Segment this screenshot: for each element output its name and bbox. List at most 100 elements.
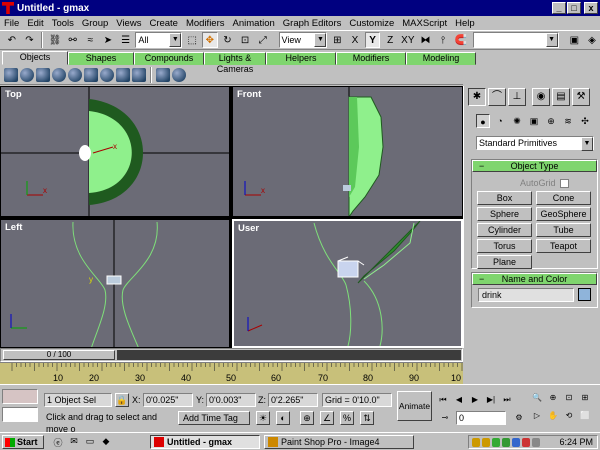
tab-modeling[interactable]: Modeling [406,52,476,65]
geometry-icon[interactable]: ● [476,114,490,128]
teapot-icon[interactable] [68,67,82,82]
selection-filter-dropdown[interactable]: All ▼ [135,32,183,48]
spacewarps-icon[interactable]: ≋ [561,114,575,128]
mirror-icon[interactable]: ⧓ [418,32,434,48]
tray-icon[interactable] [472,437,480,447]
sphere-button[interactable]: Sphere [477,207,532,221]
viewport-top-label[interactable]: Top [5,89,22,100]
helpers-icon[interactable]: ⊕ [544,114,558,128]
chevron-down-icon[interactable]: ▼ [581,137,593,151]
plane-icon[interactable] [132,67,146,82]
viewport-top[interactable]: x x Top [0,86,230,217]
menu-edit[interactable]: Edit [23,18,47,29]
link-icon[interactable]: ⛓ [47,32,63,48]
y-coordinate-input[interactable]: 0'0.003" [206,393,256,407]
speaker-icon[interactable] [532,437,540,447]
menu-modifiers[interactable]: Modifiers [182,18,229,29]
select-arrow-icon[interactable]: ➤ [100,32,116,48]
tab-helpers[interactable]: Helpers [266,52,336,65]
time-slider[interactable]: 0 / 100 [3,350,115,360]
play-icon[interactable]: ▶ [468,393,482,407]
menu-file[interactable]: File [0,18,23,29]
gmax-app-icon[interactable] [2,2,14,14]
align-icon[interactable]: ⫯ [435,32,451,48]
current-frame-input[interactable]: 0 [456,411,506,425]
menu-animation[interactable]: Animation [229,18,279,29]
create-panel-icon[interactable]: ✱ [468,88,486,106]
maxscript-input-box[interactable] [2,407,38,422]
cone-icon[interactable] [84,67,98,82]
quick-render-icon[interactable]: ◈ [584,32,600,48]
menu-tools[interactable]: Tools [48,18,78,29]
time-config-icon[interactable]: ⚙ [512,411,526,425]
x-coordinate-input[interactable]: 0'0.025" [143,393,193,407]
tray-icon[interactable] [522,437,530,447]
close-button[interactable]: x [584,2,598,14]
viewport-front-label[interactable]: Front [237,89,261,100]
percent-snap-icon[interactable]: % [340,411,354,425]
tab-objects[interactable]: Objects [2,51,68,65]
axis-z-button[interactable]: Z [382,32,398,48]
modify-panel-icon[interactable]: ⌒ [488,88,506,106]
shapes-icon[interactable]: ◔ [493,114,507,128]
spinner-snap-icon[interactable]: ⇅ [360,411,374,425]
pan-icon[interactable]: ✋ [546,409,560,423]
maxscript-listener-box[interactable] [2,389,38,404]
rotate-icon[interactable]: ↻ [220,32,236,48]
quicklaunch-ie-icon[interactable]: ⓔ [52,436,64,448]
cylinder-button[interactable]: Cylinder [477,223,532,237]
menu-help[interactable]: Help [451,18,479,29]
quicklaunch-desktop-icon[interactable]: ▭ [84,436,96,448]
quicklaunch-channels-icon[interactable]: ◆ [100,436,112,448]
teapot-button[interactable]: Teapot [536,239,591,253]
select-by-name-icon[interactable]: ☰ [118,32,134,48]
viewport-user[interactable]: User [232,219,463,348]
taskbar-item-gmax[interactable]: Untitled - gmax [150,435,260,449]
arc-rotate-icon[interactable]: ⟲ [562,409,576,423]
tab-shapes[interactable]: Shapes [68,52,134,65]
menu-views[interactable]: Views [112,18,145,29]
min-max-toggle-icon[interactable]: ⬜ [578,409,592,423]
chevron-down-icon[interactable]: ▼ [314,33,327,47]
move-icon[interactable]: ✥ [201,32,218,48]
autogrid-checkbox[interactable] [559,178,569,188]
object-color-swatch[interactable] [578,288,591,301]
go-to-start-icon[interactable]: ⏮ [436,393,450,407]
box-icon[interactable] [4,67,18,82]
object-name-input[interactable]: drink [478,288,574,302]
zoom-all-icon[interactable]: ⊕ [546,391,560,405]
fov-icon[interactable]: ▷ [530,409,544,423]
display-panel-icon[interactable]: ▤ [552,88,570,106]
torus-icon[interactable] [52,67,66,82]
reference-coord-dropdown[interactable]: View ▼ [278,32,328,48]
crossing-selection-icon[interactable]: ◐ [276,411,290,425]
snap-toggle-icon[interactable]: ⊕ [300,411,314,425]
tab-compounds[interactable]: Compounds [134,52,204,65]
previous-frame-icon[interactable]: ◀ [452,393,466,407]
hierarchy-panel-icon[interactable]: ⊥ [508,88,526,106]
geosphere-icon[interactable] [100,67,114,82]
track-bar[interactable]: 10 20 30 40 50 60 70 80 90 10 [0,362,463,384]
viewport-user-label[interactable]: User [238,223,259,234]
tab-lights-cameras[interactable]: Lights & Cameras [204,52,266,74]
box-button[interactable]: Box [477,191,532,205]
viewport-left[interactable]: y Left [0,219,230,348]
material-icon[interactable]: ▣ [567,32,583,48]
zoom-extents-icon[interactable]: ⊡ [562,391,576,405]
axis-xy-button[interactable]: XY [400,32,416,48]
chevron-down-icon[interactable]: ▼ [545,33,558,47]
axis-y-button[interactable]: Y [364,32,381,48]
viewport-front[interactable]: x Front [232,86,463,217]
cameras-icon[interactable]: ▣ [527,114,541,128]
tray-icon[interactable] [492,437,500,447]
tray-icon[interactable] [482,437,490,447]
geosphere-button[interactable]: GeoSphere [536,207,591,221]
maximize-button[interactable]: □ [567,2,581,14]
lock-selection-icon[interactable]: 🔒 [115,393,129,407]
start-button[interactable]: Start [2,435,44,449]
chamfer-box-icon[interactable] [172,67,186,82]
primitive-type-dropdown[interactable]: Standard Primitives ▼ [476,136,594,151]
animate-button[interactable]: Animate [397,391,432,421]
transform-gizmo-icon[interactable]: ⤢ [255,32,271,48]
angle-snap-icon[interactable]: ∠ [320,411,334,425]
